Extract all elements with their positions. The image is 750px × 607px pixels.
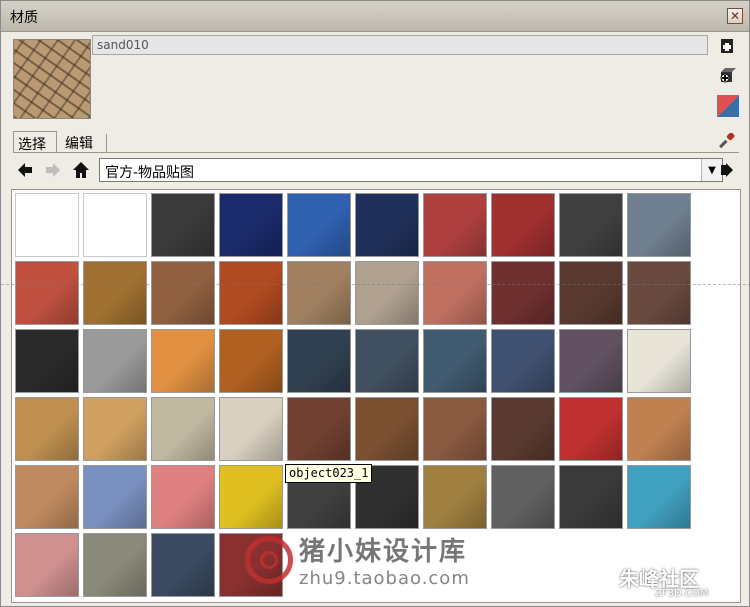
- material-swatch[interactable]: [287, 261, 351, 325]
- material-swatch[interactable]: [355, 193, 419, 257]
- material-swatch[interactable]: [627, 193, 691, 257]
- material-swatch[interactable]: [151, 533, 215, 597]
- material-swatch[interactable]: [491, 193, 555, 257]
- material-swatch[interactable]: [219, 465, 283, 529]
- material-swatch[interactable]: [423, 329, 487, 393]
- material-swatch[interactable]: [83, 329, 147, 393]
- back-arrow-icon[interactable]: [15, 160, 35, 180]
- material-swatch[interactable]: [151, 261, 215, 325]
- material-swatch[interactable]: [15, 193, 79, 257]
- materials-window: 材质 ✕ sand010 选择 编辑 官方-物品贴图 ▼ object023_1…: [0, 0, 750, 607]
- collection-select[interactable]: 官方-物品贴图 ▼: [99, 158, 723, 182]
- material-swatch[interactable]: [151, 193, 215, 257]
- material-swatch[interactable]: [15, 465, 79, 529]
- material-swatch[interactable]: [491, 397, 555, 461]
- material-swatch[interactable]: [627, 465, 691, 529]
- material-swatch[interactable]: [355, 261, 419, 325]
- material-swatch[interactable]: [15, 261, 79, 325]
- material-swatch[interactable]: [559, 329, 623, 393]
- material-swatch[interactable]: [219, 329, 283, 393]
- material-swatch[interactable]: [423, 397, 487, 461]
- material-swatch[interactable]: [287, 397, 351, 461]
- material-swatch[interactable]: [627, 397, 691, 461]
- add-to-model-icon[interactable]: [718, 67, 736, 85]
- watermark-corner-sub: ZF3D.COM: [655, 588, 709, 599]
- title-bar[interactable]: 材质 ✕: [1, 1, 749, 32]
- material-swatch[interactable]: [15, 329, 79, 393]
- material-swatch[interactable]: [83, 261, 147, 325]
- navigation-bar: 官方-物品贴图 ▼: [13, 157, 739, 183]
- material-preview-swatch: [13, 39, 91, 119]
- default-material-icon[interactable]: [717, 95, 739, 117]
- watermark-corner: 朱峰社区 ZF3D.COM: [619, 563, 708, 599]
- material-swatch[interactable]: [355, 397, 419, 461]
- material-swatch[interactable]: [423, 193, 487, 257]
- watermark-logo-icon: [245, 536, 293, 584]
- material-swatch[interactable]: [559, 465, 623, 529]
- close-button[interactable]: ✕: [727, 8, 743, 24]
- material-swatch[interactable]: [83, 465, 147, 529]
- tab-select[interactable]: 选择: [13, 131, 57, 153]
- watermark-line: [1, 284, 750, 285]
- material-swatch[interactable]: [219, 261, 283, 325]
- material-swatch[interactable]: [627, 261, 691, 325]
- material-swatch[interactable]: [219, 397, 283, 461]
- material-swatch[interactable]: [83, 193, 147, 257]
- material-swatch[interactable]: [83, 397, 147, 461]
- window-title: 材质: [10, 10, 38, 26]
- material-swatch[interactable]: [627, 329, 691, 393]
- watermark-brand-url: zhu9.taobao.com: [299, 568, 470, 589]
- material-swatch[interactable]: [83, 533, 147, 597]
- tab-separator: [106, 134, 107, 152]
- create-material-icon[interactable]: [718, 37, 736, 55]
- home-icon[interactable]: [71, 160, 91, 180]
- watermark-brand-name: 猪小妹设计库: [299, 537, 468, 567]
- material-swatch[interactable]: [355, 329, 419, 393]
- material-swatch[interactable]: [287, 329, 351, 393]
- material-swatch[interactable]: [559, 261, 623, 325]
- material-swatch[interactable]: [559, 193, 623, 257]
- collection-select-value: 官方-物品贴图: [105, 165, 195, 181]
- forward-arrow-icon[interactable]: [43, 160, 63, 180]
- close-icon: ✕: [729, 9, 741, 23]
- material-swatch[interactable]: [491, 329, 555, 393]
- material-swatch[interactable]: [151, 465, 215, 529]
- material-swatch[interactable]: [491, 261, 555, 325]
- eyedropper-icon[interactable]: [718, 132, 736, 150]
- material-swatch[interactable]: [151, 329, 215, 393]
- material-tooltip: object023_1: [285, 464, 373, 483]
- details-arrow-icon[interactable]: [717, 160, 737, 180]
- tab-divider: [13, 152, 739, 153]
- material-swatch[interactable]: [15, 397, 79, 461]
- tab-edit[interactable]: 编辑: [61, 131, 109, 153]
- material-swatch[interactable]: [423, 261, 487, 325]
- material-swatch[interactable]: [559, 397, 623, 461]
- material-swatch[interactable]: [491, 465, 555, 529]
- material-swatch[interactable]: [287, 193, 351, 257]
- material-name-field[interactable]: sand010: [92, 35, 708, 55]
- material-swatch[interactable]: [423, 465, 487, 529]
- material-swatch[interactable]: [219, 193, 283, 257]
- material-swatch[interactable]: [151, 397, 215, 461]
- material-swatch[interactable]: [15, 533, 79, 597]
- watermark-brand: 猪小妹设计库 zhu9.taobao.com: [245, 531, 470, 589]
